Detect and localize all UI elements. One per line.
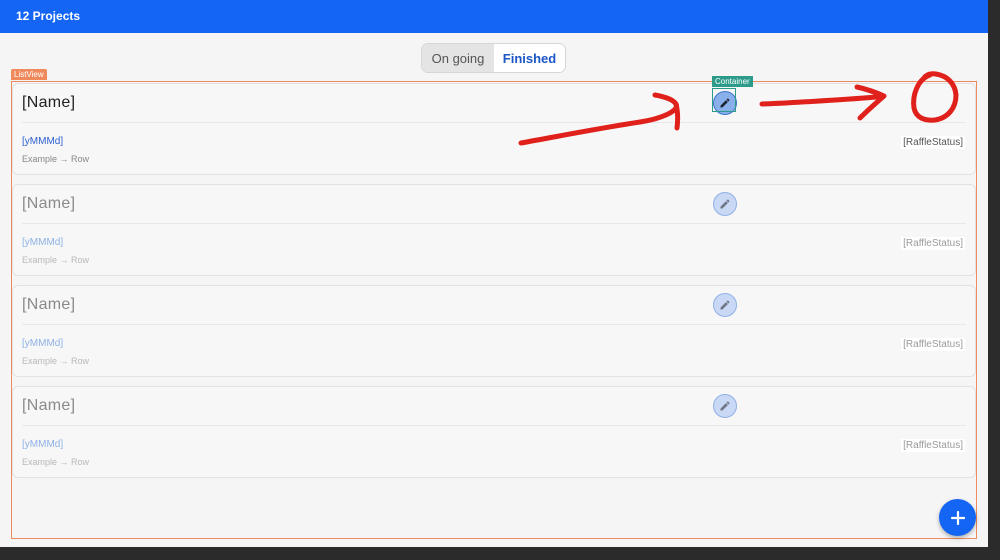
status-badge: [RaffleStatus]: [901, 136, 965, 149]
edit-button[interactable]: [713, 293, 737, 317]
container-debug-label: Container: [712, 76, 753, 87]
list-item[interactable]: [Name] [yMMMd] Example → Row [RaffleStat…: [12, 285, 976, 377]
route-text: Example → Row: [22, 457, 89, 467]
project-name: [Name]: [22, 195, 76, 212]
listview-debug-label: ListView: [11, 69, 47, 80]
arrow-right-icon: →: [59, 154, 69, 164]
project-name: [Name]: [22, 296, 76, 313]
arrow-right-icon: →: [59, 457, 69, 467]
project-date: [yMMMd]: [22, 439, 64, 450]
app-window: 12 Projects On going Finished ListView […: [0, 0, 988, 547]
status-badge: [RaffleStatus]: [901, 338, 965, 351]
tab-ongoing[interactable]: On going: [422, 44, 494, 72]
divider: [22, 324, 966, 325]
status-badge: [RaffleStatus]: [901, 439, 965, 452]
pencil-icon: [720, 300, 730, 310]
arrow-right-icon: →: [59, 255, 69, 265]
divider: [22, 122, 966, 123]
add-project-button[interactable]: [939, 499, 976, 536]
divider: [22, 425, 966, 426]
route-to: Row: [71, 457, 90, 467]
route-to: Row: [71, 154, 90, 164]
route-from: Example: [22, 255, 58, 265]
project-date: [yMMMd]: [22, 237, 64, 248]
route-to: Row: [71, 255, 90, 265]
project-list[interactable]: [Name] [yMMMd] Example → Row [RaffleStat…: [11, 81, 977, 539]
container-outline: [712, 88, 736, 112]
route-text: Example → Row: [22, 356, 89, 366]
route-text: Example → Row: [22, 255, 89, 265]
route-from: Example: [22, 154, 58, 164]
plus-icon: [950, 510, 965, 525]
project-date: [yMMMd]: [22, 338, 64, 349]
route-from: Example: [22, 356, 58, 366]
page-title: 12 Projects: [16, 9, 81, 23]
arrow-right-icon: →: [59, 356, 69, 366]
divider: [22, 223, 966, 224]
pencil-icon: [720, 199, 730, 209]
edit-button[interactable]: [713, 192, 737, 216]
project-date: [yMMMd]: [22, 136, 64, 147]
pencil-icon: [720, 401, 730, 411]
status-toggle: On going Finished: [421, 43, 566, 73]
edit-button[interactable]: [713, 394, 737, 418]
tab-finished[interactable]: Finished: [494, 44, 565, 72]
route-to: Row: [71, 356, 90, 366]
status-badge: [RaffleStatus]: [901, 237, 965, 250]
list-item[interactable]: [Name] [yMMMd] Example → Row [RaffleStat…: [12, 83, 976, 175]
list-item[interactable]: [Name] [yMMMd] Example → Row [RaffleStat…: [12, 386, 976, 478]
list-item[interactable]: [Name] [yMMMd] Example → Row [RaffleStat…: [12, 184, 976, 276]
route-from: Example: [22, 457, 58, 467]
app-bar: 12 Projects: [0, 0, 988, 33]
project-name: [Name]: [22, 397, 76, 414]
project-name: [Name]: [22, 94, 76, 111]
route-text: Example → Row: [22, 154, 89, 164]
